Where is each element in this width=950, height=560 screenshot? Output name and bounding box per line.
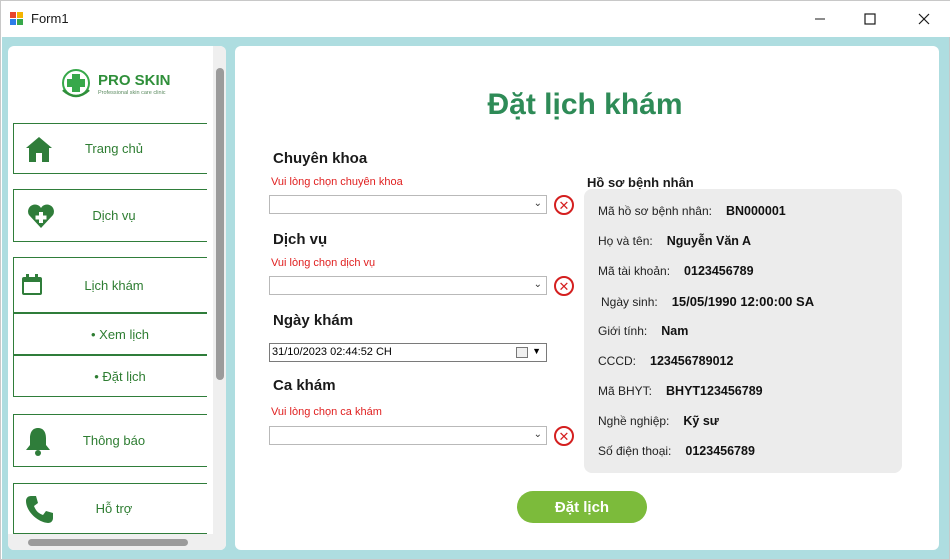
profile-row: Giới tính: Nam: [598, 324, 688, 338]
close-icon: [918, 13, 930, 25]
page-title: Đặt lịch khám: [487, 88, 683, 121]
sidebar-item-label: Trang chủ: [84, 141, 144, 156]
window-title: Form1: [31, 11, 69, 26]
service-error: Vui lòng chọn dịch vụ: [271, 257, 376, 269]
sidebar-vertical-scrollbar[interactable]: [213, 46, 226, 550]
profile-heading: Hồ sơ bệnh nhân: [587, 175, 694, 190]
chevron-down-icon[interactable]: ▼: [532, 346, 541, 356]
sidebar-item-appointments[interactable]: Lịch khám: [13, 257, 207, 313]
maximize-icon: [864, 13, 876, 25]
profile-row-value: BHYT123456789: [666, 384, 763, 398]
close-icon: ✕: [558, 278, 570, 294]
sidebar-item-services[interactable]: Dịch vụ: [13, 189, 207, 242]
profile-row-value: Nguyễn Văn A: [666, 234, 751, 248]
sidebar-item-support[interactable]: Hỗ trợ: [13, 483, 207, 534]
calendar-icon[interactable]: [516, 347, 528, 358]
profile-row-value: Nam: [661, 324, 689, 338]
chevron-down-icon: ⌄: [533, 198, 542, 209]
sidebar-item-label: Hỗ trợ: [95, 501, 133, 516]
shift-error: Vui lòng chọn ca khám: [271, 406, 382, 418]
title-bar: Form1: [1, 1, 950, 37]
profile-row: Mã hồ sơ bệnh nhân: BN000001: [598, 204, 786, 218]
logo-subtitle: Professional skin care clinic: [98, 90, 166, 96]
date-label: Ngày khám: [273, 312, 354, 329]
chevron-down-icon: ⌄: [533, 429, 542, 440]
close-button[interactable]: [901, 1, 947, 37]
profile-row-label: Giới tính:: [598, 324, 648, 338]
main-panel: Đặt lịch khám Chuyên khoa Vui lòng chọn …: [235, 46, 939, 550]
patient-profile-panel: Mã hồ sơ bệnh nhân: BN000001 Họ và tên: Ng…: [584, 189, 902, 473]
service-label: Dịch vụ: [273, 231, 328, 248]
minimize-button[interactable]: [797, 1, 843, 37]
minimize-icon: [815, 18, 825, 20]
profile-row: Họ và tên: Nguyễn Văn A: [598, 234, 751, 248]
profile-row: Ngày sinh: 15/05/1990 12:00:00 SA: [601, 294, 814, 309]
sidebar: PRO SKIN Professional skin care clinic T…: [8, 46, 226, 550]
client-area: PRO SKIN Professional skin care clinic T…: [2, 37, 949, 559]
sidebar-item-label: Lịch khám: [84, 277, 144, 293]
sidebar-item-home[interactable]: Trang chủ: [13, 123, 207, 174]
profile-row: Mã BHYT: BHYT123456789: [598, 384, 763, 398]
clear-specialty-button[interactable]: ✕: [554, 195, 574, 215]
close-icon: ✕: [558, 428, 570, 444]
shift-label: Ca khám: [273, 377, 336, 394]
date-value: 31/10/2023 02:44:52 CH: [272, 346, 392, 358]
close-icon: ✕: [558, 197, 570, 213]
profile-row: Mã tài khoản: 0123456789: [598, 264, 754, 278]
app-window: Form1 PRO SKIN Professional skin care cl…: [0, 0, 950, 560]
profile-row: Số điện thoại: 0123456789: [598, 444, 755, 458]
clear-service-button[interactable]: ✕: [554, 276, 574, 296]
profile-row-value: 0123456789: [684, 264, 754, 278]
profile-row-value: Kỹ sư: [683, 414, 719, 428]
profile-row: CCCD: 123456789012: [598, 354, 733, 368]
sidebar-subitem-view-schedule[interactable]: • Xem lịch: [13, 313, 207, 355]
book-appointment-button[interactable]: Đặt lịch: [517, 491, 647, 523]
specialty-select[interactable]: ⌄: [269, 195, 547, 214]
sidebar-item-notifications[interactable]: Thông báo: [13, 414, 207, 467]
logo-cross-icon: [62, 69, 90, 98]
sidebar-subitem-book[interactable]: • Đặt lịch: [13, 355, 207, 397]
profile-row-value: 15/05/1990 12:00:00 SA: [671, 294, 815, 309]
sidebar-subitem-label: • Xem lịch: [90, 326, 149, 342]
profile-row-value: 0123456789: [685, 444, 755, 458]
profile-row-label: Ngày sinh:: [601, 295, 658, 309]
sidebar-horizontal-scrollbar[interactable]: [8, 534, 213, 550]
scrollbar-thumb[interactable]: [216, 68, 224, 380]
sidebar-subitem-label: • Đặt lịch: [94, 368, 146, 384]
profile-row-label: Nghề nghiệp:: [598, 414, 670, 428]
logo-title: PRO SKIN: [98, 72, 171, 89]
sidebar-item-label: Dịch vụ: [92, 208, 136, 223]
chevron-down-icon: ⌄: [533, 279, 542, 290]
sidebar-item-label: Thông báo: [82, 433, 146, 448]
service-select[interactable]: ⌄: [269, 276, 547, 295]
profile-row-label: Mã hồ sơ bệnh nhân:: [598, 204, 712, 218]
specialty-error: Vui lòng chọn chuyên khoa: [271, 176, 403, 188]
date-picker[interactable]: 31/10/2023 02:44:52 CH ▼: [269, 343, 547, 362]
profile-row-label: Họ và tên:: [598, 234, 653, 248]
profile-row-label: Mã BHYT:: [598, 384, 653, 398]
profile-row-value: BN000001: [725, 204, 786, 218]
profile-row-value: 123456789012: [650, 354, 734, 368]
specialty-label: Chuyên khoa: [273, 150, 368, 167]
profile-row: Nghề nghiệp: Kỹ sư: [598, 414, 719, 428]
profile-row-label: Mã tài khoản:: [598, 264, 671, 278]
profile-row-label: CCCD:: [598, 354, 636, 368]
shift-select[interactable]: ⌄: [269, 426, 547, 445]
logo: PRO SKIN Professional skin care clinic: [58, 68, 188, 104]
scrollbar-thumb[interactable]: [28, 539, 188, 546]
clear-shift-button[interactable]: ✕: [554, 426, 574, 446]
app-icon: [10, 12, 24, 26]
maximize-button[interactable]: [847, 1, 893, 37]
profile-row-label: Số điện thoại:: [598, 444, 672, 458]
